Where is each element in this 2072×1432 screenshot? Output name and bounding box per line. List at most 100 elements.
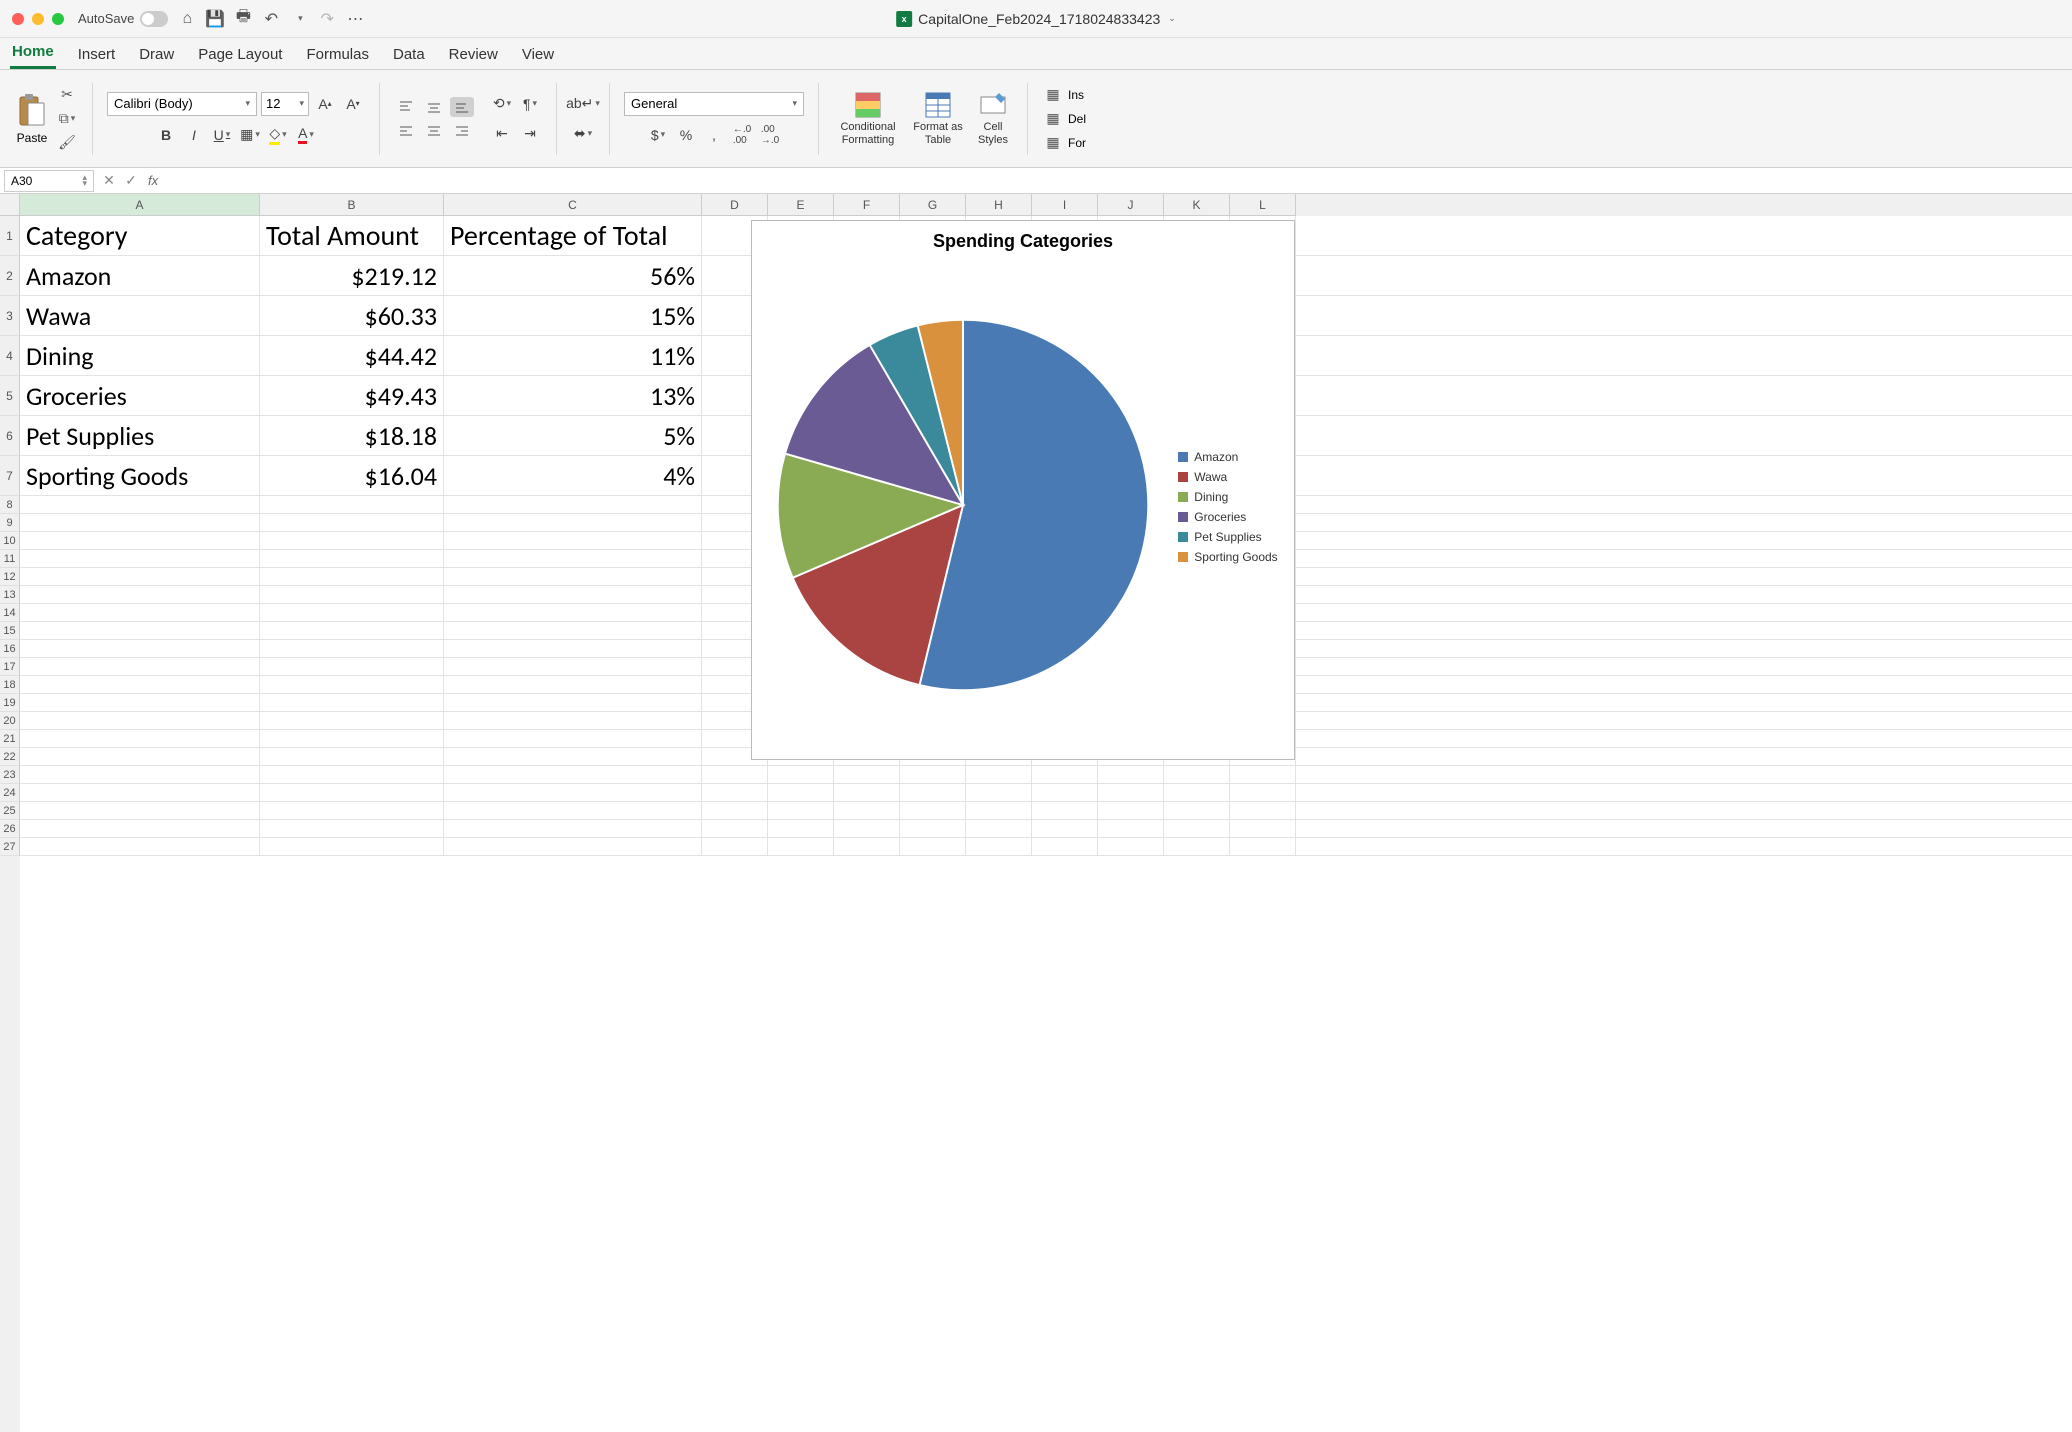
legend-item-amazon[interactable]: Amazon [1178, 450, 1277, 464]
cell[interactable] [444, 676, 702, 693]
cell[interactable] [1032, 802, 1098, 819]
cell[interactable] [768, 784, 834, 801]
cell-styles-button[interactable]: Cell Styles [973, 91, 1013, 145]
cell[interactable] [444, 514, 702, 531]
cell[interactable] [260, 748, 444, 765]
row-header-19[interactable]: 19 [0, 694, 20, 712]
cell[interactable] [444, 730, 702, 747]
cell[interactable]: $60.33 [260, 296, 444, 335]
cell[interactable]: Amazon [20, 256, 260, 295]
align-bottom-button[interactable] [450, 97, 474, 117]
spreadsheet-grid[interactable]: ABCDEFGHIJKL 123456789101112131415161718… [0, 194, 2072, 1432]
row-header-26[interactable]: 26 [0, 820, 20, 838]
tab-home[interactable]: Home [10, 37, 56, 69]
cell[interactable] [20, 640, 260, 657]
format-cells-icon[interactable]: ▦ [1042, 133, 1064, 153]
cell[interactable] [1164, 766, 1230, 783]
row-header-20[interactable]: 20 [0, 712, 20, 730]
cell[interactable] [834, 766, 900, 783]
cell[interactable]: 15% [444, 296, 702, 335]
cell[interactable] [260, 532, 444, 549]
row-header-9[interactable]: 9 [0, 514, 20, 532]
home-icon[interactable]: ⌂ [178, 10, 196, 28]
fx-icon[interactable]: fx [142, 173, 164, 188]
name-box[interactable]: A30▴▾ [4, 170, 94, 192]
cell[interactable]: Pet Supplies [20, 416, 260, 455]
row-header-24[interactable]: 24 [0, 784, 20, 802]
legend-item-dining[interactable]: Dining [1178, 490, 1277, 504]
chart-object[interactable]: Spending Categories AmazonWawaDiningGroc… [751, 220, 1295, 760]
increase-indent-button[interactable]: ⇥ [518, 123, 542, 145]
cell[interactable]: Category [20, 216, 260, 255]
cell[interactable] [1032, 766, 1098, 783]
row-header-23[interactable]: 23 [0, 766, 20, 784]
cell[interactable] [900, 838, 966, 855]
cell[interactable] [768, 838, 834, 855]
delete-cells-icon[interactable]: ▦ [1042, 109, 1064, 129]
cell[interactable] [966, 802, 1032, 819]
row-header-8[interactable]: 8 [0, 496, 20, 514]
cell[interactable]: Dining [20, 336, 260, 375]
column-header-L[interactable]: L [1230, 194, 1296, 216]
cell[interactable] [966, 766, 1032, 783]
row-header-25[interactable]: 25 [0, 802, 20, 820]
undo-icon[interactable]: ↶ [262, 10, 280, 28]
row-header-1[interactable]: 1 [0, 216, 20, 256]
cell[interactable] [1098, 820, 1164, 837]
row-header-6[interactable]: 6 [0, 416, 20, 456]
cell[interactable] [260, 550, 444, 567]
cell[interactable] [20, 748, 260, 765]
cell[interactable] [1230, 766, 1296, 783]
row-header-16[interactable]: 16 [0, 640, 20, 658]
column-header-J[interactable]: J [1098, 194, 1164, 216]
align-right-button[interactable] [450, 121, 474, 141]
conditional-formatting-button[interactable]: Conditional Formatting [833, 91, 903, 145]
row-header-2[interactable]: 2 [0, 256, 20, 296]
cell[interactable] [20, 802, 260, 819]
close-window-button[interactable] [12, 13, 24, 25]
cell[interactable] [1230, 784, 1296, 801]
column-header-D[interactable]: D [702, 194, 768, 216]
cell[interactable] [260, 658, 444, 675]
column-header-A[interactable]: A [20, 194, 260, 216]
cell[interactable] [20, 658, 260, 675]
merge-button[interactable]: ⬌▾ [571, 123, 595, 145]
row-header-27[interactable]: 27 [0, 838, 20, 856]
cell[interactable] [1032, 820, 1098, 837]
column-header-B[interactable]: B [260, 194, 444, 216]
cell[interactable]: 4% [444, 456, 702, 495]
cell[interactable] [1032, 838, 1098, 855]
document-title[interactable]: x CapitalOne_Feb2024_1718024833423 ⌄ [896, 11, 1176, 27]
cell[interactable] [260, 622, 444, 639]
cell[interactable] [834, 784, 900, 801]
font-size-select[interactable]: 12▾ [261, 92, 309, 116]
cell[interactable] [260, 604, 444, 621]
orientation-button[interactable]: ⟲▾ [490, 93, 514, 115]
cell[interactable] [900, 820, 966, 837]
cell[interactable] [768, 766, 834, 783]
font-color-button[interactable]: A▾ [294, 124, 318, 146]
column-header-H[interactable]: H [966, 194, 1032, 216]
cell[interactable] [1164, 802, 1230, 819]
number-format-select[interactable]: General▾ [624, 92, 804, 116]
row-header-7[interactable]: 7 [0, 456, 20, 496]
text-direction-button[interactable]: ¶▾ [518, 93, 542, 115]
cell[interactable] [20, 496, 260, 513]
row-header-15[interactable]: 15 [0, 622, 20, 640]
cell[interactable] [1098, 838, 1164, 855]
cell[interactable] [260, 784, 444, 801]
legend-item-sporting-goods[interactable]: Sporting Goods [1178, 550, 1277, 564]
cell[interactable] [20, 694, 260, 711]
save-icon[interactable]: 💾 [206, 10, 224, 28]
decrease-decimal-button[interactable]: .00→.0 [758, 124, 782, 146]
formula-input[interactable] [164, 170, 2072, 192]
format-painter-button[interactable]: 🖌 [56, 133, 78, 153]
row-header-21[interactable]: 21 [0, 730, 20, 748]
cell[interactable] [20, 820, 260, 837]
cell[interactable]: $18.18 [260, 416, 444, 455]
tab-review[interactable]: Review [447, 40, 500, 69]
cell[interactable] [20, 730, 260, 747]
align-left-button[interactable] [394, 121, 418, 141]
tab-draw[interactable]: Draw [137, 40, 176, 69]
row-header-18[interactable]: 18 [0, 676, 20, 694]
